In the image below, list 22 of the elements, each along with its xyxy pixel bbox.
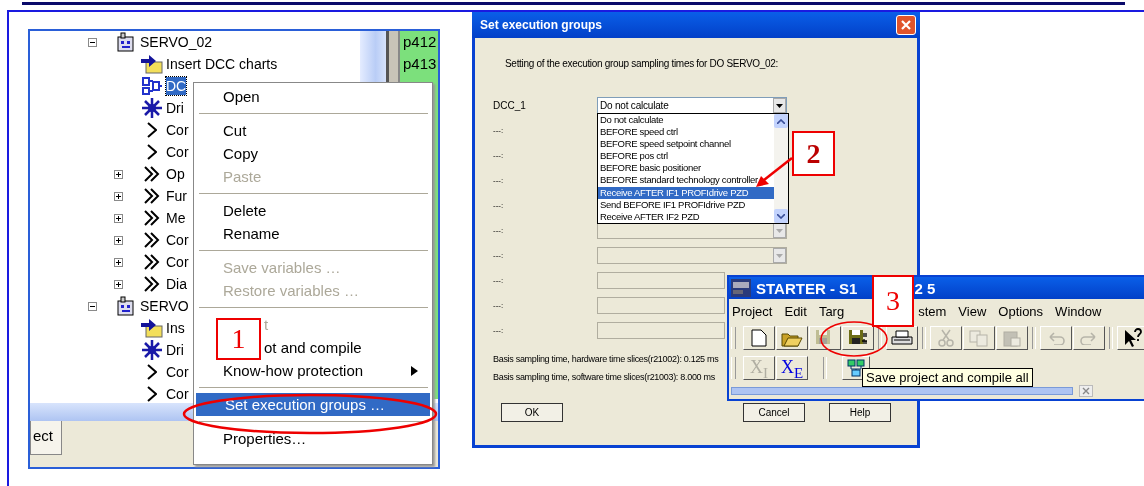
step-number: 3 bbox=[872, 275, 914, 327]
field-label: ---: bbox=[493, 301, 505, 310]
field-label: ---: bbox=[493, 201, 505, 210]
parameter-label: p412 bbox=[402, 32, 438, 52]
window-title: Set execution groups bbox=[480, 18, 603, 32]
field-label: ---: bbox=[493, 151, 505, 160]
parameter-label: p413 bbox=[402, 54, 438, 74]
field-label: ---: bbox=[493, 176, 505, 185]
window-title: STARTER - S1 bbox=[756, 279, 858, 297]
info-text: Basis sampling time, hardware time slices(r21002): 0.125 ms bbox=[493, 353, 719, 366]
step-number: 2 bbox=[792, 131, 835, 176]
description-text: Setting of the execution group sampling times for DO SERVO_02: bbox=[505, 58, 780, 70]
step-number: 1 bbox=[216, 318, 261, 360]
field-label: ---: bbox=[493, 251, 505, 260]
tooltip: Save project and compile all bbox=[862, 368, 1033, 387]
info-text: Basis sampling time, software time slices(r21003): 8.000 ms bbox=[493, 371, 715, 384]
field-label: DCC_1 bbox=[493, 100, 527, 111]
field-label: ---: bbox=[493, 126, 505, 135]
window-title: 2 5 bbox=[914, 279, 936, 297]
field-label: ---: bbox=[493, 226, 505, 235]
field-label: ---: bbox=[493, 276, 505, 285]
field-label: ---: bbox=[493, 326, 505, 335]
